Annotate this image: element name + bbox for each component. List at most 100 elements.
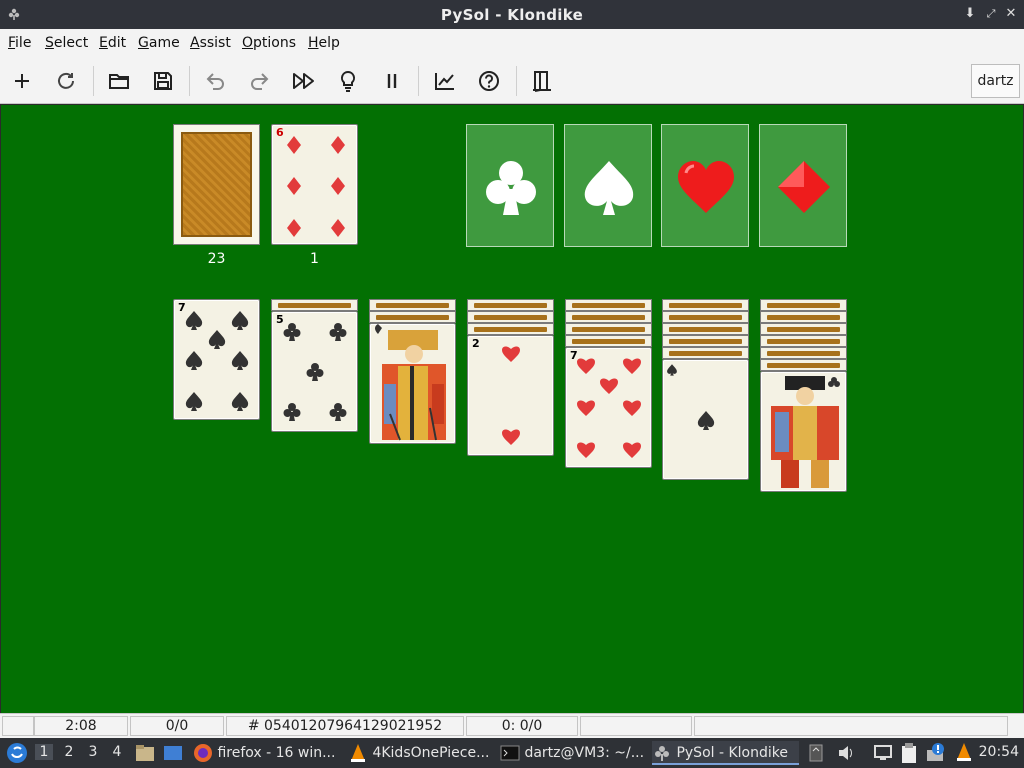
window-title: PySol - Klondike: [440, 6, 584, 24]
pause-button[interactable]: [378, 67, 406, 95]
taskbar-item-firefox[interactable]: firefox - 16 win...: [193, 741, 345, 765]
redo-button[interactable]: [246, 67, 274, 95]
status-empty: [2, 716, 34, 736]
statusbar: 2:08 0/0 # 05401207964129021952 0: 0/0: [0, 713, 1024, 738]
spade-pips: [667, 364, 715, 430]
spade-pips: [185, 311, 249, 411]
start-menu-icon[interactable]: [6, 742, 28, 764]
toolbar-separator: [189, 66, 190, 96]
vlc-icon: [351, 744, 365, 762]
tableau-6-facedown: [662, 335, 749, 347]
tableau-1-top-card[interactable]: 7: [173, 299, 260, 420]
scroll-tray-icon[interactable]: [808, 743, 824, 763]
waste-count: 1: [310, 251, 319, 267]
new-game-button[interactable]: [8, 67, 36, 95]
restart-button[interactable]: [52, 67, 80, 95]
waste-card[interactable]: 6: [271, 124, 358, 245]
diamond-icon: [778, 161, 830, 213]
network-icon[interactable]: [873, 743, 893, 763]
tableau-5-facedown: [565, 323, 652, 335]
tableau-7-top-card[interactable]: [760, 371, 847, 492]
status-time: 2:08: [34, 716, 128, 736]
jack-figure-art: [771, 376, 840, 488]
lightbulb-icon: [340, 70, 356, 92]
tableau-6-facedown: [662, 299, 749, 311]
workspace-1[interactable]: 1: [35, 744, 53, 760]
tableau-2-facedown: [271, 299, 358, 311]
tableau-6-top-card[interactable]: [662, 359, 749, 480]
fast-forward-icon: [293, 73, 314, 89]
player-name: dartz: [971, 64, 1020, 98]
tableau-7-facedown: [760, 299, 847, 311]
volume-icon[interactable]: [836, 743, 856, 763]
menu-edit[interactable]: Edit: [99, 35, 126, 51]
workspace-2[interactable]: 2: [60, 744, 78, 760]
minimize-button[interactable]: ⬇: [962, 5, 978, 23]
foundation-clubs[interactable]: [466, 124, 554, 247]
menu-file[interactable]: File: [8, 35, 31, 51]
tableau-5-facedown: [565, 335, 652, 347]
foundation-spades[interactable]: [564, 124, 652, 247]
tableau-4-top-card[interactable]: 2: [467, 335, 554, 456]
open-button[interactable]: [105, 67, 133, 95]
tableau-2-top-card[interactable]: 5: [271, 311, 358, 432]
help-icon: [479, 71, 499, 91]
stock-count: 23: [207, 251, 226, 267]
status-moves: 0/0: [130, 716, 224, 736]
statistics-button[interactable]: [431, 67, 459, 95]
clipboard-icon[interactable]: [900, 742, 918, 764]
file-manager-icon[interactable]: [135, 743, 155, 763]
spade-icon: [584, 161, 634, 215]
diamond-pips: [287, 136, 345, 237]
menu-help[interactable]: Help: [308, 35, 340, 51]
taskbar-item-terminal[interactable]: dartz@VM3: ~/...: [500, 741, 648, 765]
taskbar-item-pysol[interactable]: PySol - Klondike: [652, 741, 799, 765]
maximize-button[interactable]: ⤢: [983, 5, 999, 23]
status-info: [580, 716, 692, 736]
menu-options[interactable]: Options: [242, 35, 296, 51]
menu-select[interactable]: Select: [45, 35, 88, 51]
restart-icon: [58, 72, 74, 89]
desktop-icon[interactable]: [163, 743, 183, 763]
menu-game[interactable]: Game: [138, 35, 180, 51]
close-button[interactable]: ✕: [1003, 5, 1019, 23]
king-figure-art: [375, 324, 446, 441]
heart-pips: [502, 346, 520, 445]
autodrop-button[interactable]: [290, 67, 318, 95]
tableau-5-facedown: [565, 299, 652, 311]
tableau-5-top-card[interactable]: 7: [565, 347, 652, 468]
tableau-3-facedown: [369, 299, 456, 311]
tableau-7-facedown: [760, 311, 847, 323]
vlc-tray-icon[interactable]: [954, 742, 974, 764]
foundation-diamonds[interactable]: [759, 124, 847, 247]
update-notifier-icon[interactable]: [926, 742, 946, 762]
pysol-app-icon: [655, 746, 669, 761]
door-exit-icon: [533, 71, 551, 92]
tableau-6-facedown: [662, 311, 749, 323]
quit-button[interactable]: [528, 67, 556, 95]
rules-button[interactable]: [475, 67, 503, 95]
workspace-4[interactable]: 4: [108, 744, 126, 760]
club-icon: [486, 161, 536, 215]
plus-icon: [15, 74, 29, 88]
tableau-7-facedown: [760, 323, 847, 335]
workspace-3[interactable]: 3: [84, 744, 102, 760]
taskbar: 1 2 3 4 firefox - 16 win... 4KidsOnePiec…: [0, 738, 1024, 768]
toolbar: dartz: [0, 57, 1024, 104]
status-score: 0: 0/0: [466, 716, 578, 736]
foundation-hearts[interactable]: [661, 124, 749, 247]
stock-pile[interactable]: [173, 124, 260, 245]
menu-assist[interactable]: Assist: [190, 35, 231, 51]
save-button[interactable]: [149, 67, 177, 95]
hint-button[interactable]: [334, 67, 362, 95]
taskbar-item-vlc[interactable]: 4KidsOnePiece...: [348, 741, 496, 765]
tableau-7-facedown: [760, 359, 847, 371]
undo-button[interactable]: [201, 67, 229, 95]
redo-icon: [251, 73, 269, 90]
status-game-seed: # 05401207964129021952: [226, 716, 464, 736]
pause-icon: [387, 74, 397, 88]
tableau-7-facedown: [760, 335, 847, 347]
folder-icon: [109, 74, 129, 89]
save-icon: [154, 72, 172, 90]
tableau-3-top-card[interactable]: [369, 323, 456, 444]
